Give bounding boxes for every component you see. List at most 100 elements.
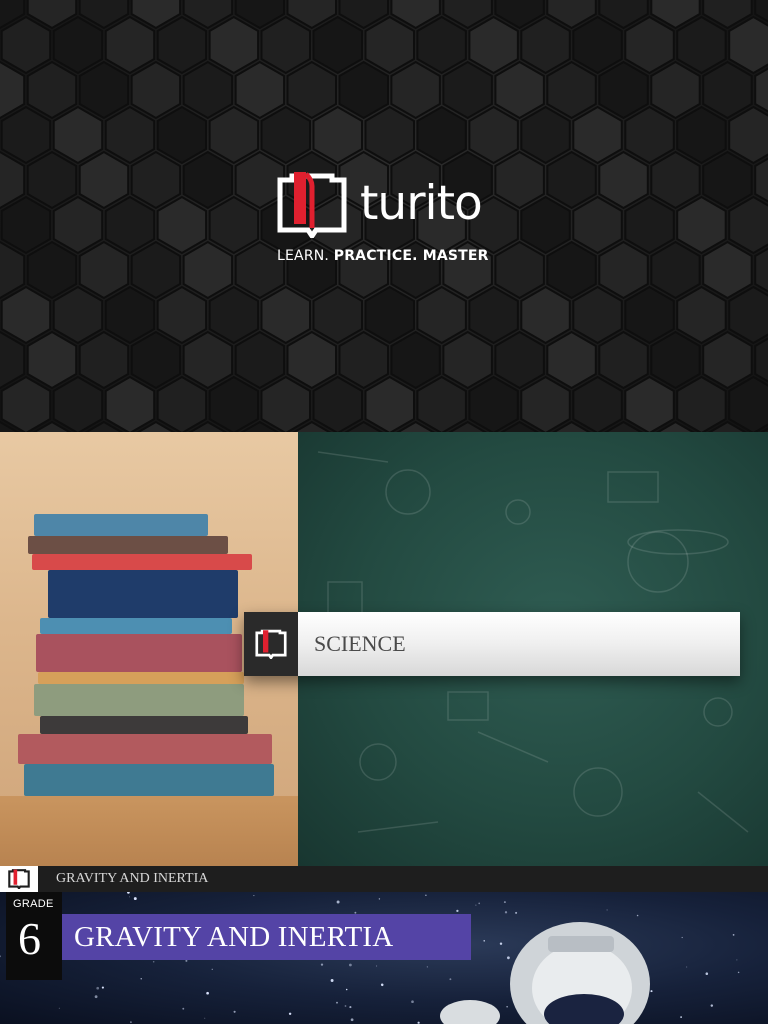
hexagon-tile — [208, 15, 260, 75]
hexagon-tile — [520, 195, 571, 255]
hexagon-tile — [546, 150, 597, 210]
hexagon-tile — [182, 60, 234, 120]
hexagon-tile — [598, 330, 649, 390]
book — [40, 716, 248, 734]
chapter-title: GRAVITY AND INERTIA — [74, 920, 394, 953]
star — [206, 991, 209, 995]
hexagon-tile — [572, 285, 623, 345]
star — [506, 1006, 508, 1008]
hexagon-tile — [52, 195, 104, 255]
star — [133, 897, 137, 901]
hexagon-tile — [104, 375, 156, 432]
hexagon-tile — [156, 105, 208, 165]
star — [185, 959, 188, 962]
hexagon-tile — [52, 285, 104, 345]
hexagon-tile — [26, 60, 78, 120]
star — [182, 1007, 185, 1010]
star — [204, 1017, 206, 1019]
hexagon-tile — [572, 105, 623, 165]
hexagon-tile — [494, 150, 545, 210]
chalk-doodle — [359, 743, 397, 781]
chapter-strip-title: GRAVITY AND INERTIA — [56, 871, 209, 886]
hexagon-tile — [78, 330, 130, 390]
star — [710, 1004, 714, 1007]
star — [127, 892, 130, 894]
hexagon-tile — [390, 60, 441, 120]
hexagon-tile — [104, 195, 156, 255]
hexagon-tile — [520, 105, 571, 165]
book — [34, 684, 244, 716]
hexagon-tile — [130, 60, 182, 120]
hexagon-tile — [52, 375, 104, 432]
star — [0, 955, 1, 958]
subject-banner: SCIENCE — [244, 612, 740, 676]
hexagon-tile — [78, 240, 130, 300]
chapter-strip: GRAVITY AND INERTIA — [0, 866, 768, 892]
hexagon-tile — [546, 330, 597, 390]
hexagon-tile — [676, 375, 727, 432]
hexagon-tile — [702, 150, 753, 210]
hexagon-tile — [130, 150, 182, 210]
star — [94, 995, 98, 999]
star — [483, 940, 485, 942]
star — [478, 902, 481, 905]
hexagon-tile — [598, 240, 649, 300]
chapter-title-band: GRAVITY AND INERTIA — [62, 914, 471, 960]
star — [233, 1010, 236, 1013]
chalk-doodle — [703, 697, 733, 727]
star — [288, 1012, 292, 1016]
hexagon-tile — [156, 15, 208, 75]
star — [96, 986, 100, 990]
star — [736, 959, 738, 961]
hexagon-tile — [624, 285, 675, 345]
hexagon-tile — [78, 60, 130, 120]
star — [140, 978, 142, 980]
book — [38, 672, 244, 684]
hexagon-tile — [624, 105, 675, 165]
hexagon-tile — [624, 15, 675, 75]
hexagon-tile — [572, 195, 623, 255]
book — [48, 570, 238, 618]
star — [606, 909, 608, 911]
hexagon-tile — [676, 105, 727, 165]
star — [344, 1005, 347, 1007]
star — [636, 914, 639, 917]
hero-banner: turito LEARN. PRACTICE. MASTER — [0, 0, 768, 432]
hexagon-tile — [208, 375, 260, 432]
star — [686, 966, 688, 968]
hexagon-tile — [0, 15, 52, 75]
star — [426, 966, 428, 968]
hexagon-tile — [390, 330, 441, 390]
hexagon-tile — [728, 285, 768, 345]
wooden-shelf — [0, 796, 298, 866]
hexagon-tile — [182, 330, 234, 390]
hexagon-tile — [598, 150, 649, 210]
hexagon-tile — [624, 195, 675, 255]
hexagon-tile — [104, 285, 156, 345]
hexagon-tile — [260, 105, 311, 165]
star — [507, 956, 510, 960]
hexagon-tile — [364, 285, 415, 345]
hexagon-tile — [728, 375, 768, 432]
star — [253, 895, 255, 897]
hexagon-tile — [286, 330, 337, 390]
star — [378, 898, 381, 900]
chalk-doodle — [607, 471, 659, 503]
hexagon-tile — [624, 375, 675, 432]
hexagon-tile — [260, 375, 311, 432]
book — [28, 536, 228, 554]
hexagon-tile — [312, 285, 363, 345]
hexagon-tile — [260, 285, 311, 345]
hexagon-tile — [0, 195, 52, 255]
open-book-icon — [255, 629, 287, 659]
subject-label-box: SCIENCE — [298, 612, 740, 676]
star — [732, 934, 735, 936]
star — [101, 986, 104, 989]
hexagon-tile — [520, 15, 571, 75]
subject-section: SCIENCE — [0, 432, 768, 866]
star — [58, 1007, 60, 1009]
hexagon-tile — [26, 150, 78, 210]
star — [336, 900, 340, 904]
subject-label: SCIENCE — [314, 631, 406, 656]
star — [503, 901, 506, 904]
